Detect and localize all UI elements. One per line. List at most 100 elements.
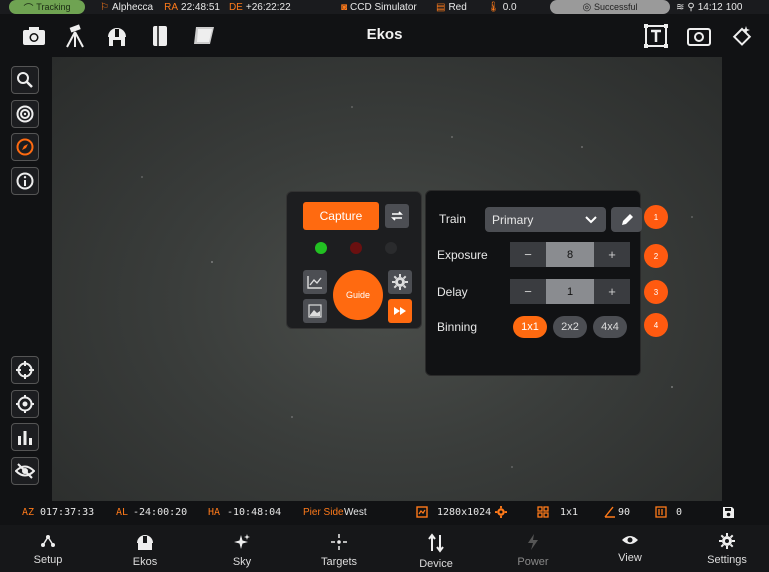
preview-icon[interactable]: [687, 24, 711, 48]
al-value: -24:00:20: [133, 507, 188, 518]
compass-icon: [16, 138, 34, 156]
binning-value: 1x1: [560, 507, 579, 518]
visibility-button[interactable]: [11, 457, 39, 485]
text-overlay-icon[interactable]: [644, 24, 668, 48]
search-icon: [17, 72, 33, 88]
exposure-decrement-button[interactable]: −: [510, 242, 546, 267]
binning-option-2x2[interactable]: 2x2: [553, 316, 587, 338]
wifi-icon: ≋: [676, 1, 685, 13]
step-badge-2: 2: [644, 244, 668, 268]
search-button[interactable]: [11, 66, 39, 94]
eye-off-icon: [15, 463, 35, 479]
statistics-button[interactable]: [11, 423, 39, 451]
gear-icon: [392, 274, 408, 290]
pier-side-label: Pier Side: [303, 507, 344, 518]
gear-icon: [719, 533, 735, 549]
save-icon[interactable]: [722, 506, 735, 522]
train-label: Train: [439, 212, 466, 226]
nav-view[interactable]: View: [585, 533, 675, 564]
binning-option-1x1[interactable]: 1x1: [513, 316, 547, 338]
power-bolt-icon: [528, 534, 538, 550]
step-badge-4: 4: [644, 313, 668, 337]
guide-button[interactable]: Guide: [333, 270, 383, 320]
counter-icon: [655, 506, 667, 521]
target-name: Alphecca: [111, 1, 154, 13]
camera-icon: ◙: [341, 1, 348, 13]
pencil-icon: [621, 213, 633, 225]
system-info: ≋ ⚲ 14:12 100: [676, 0, 742, 14]
target-button[interactable]: [11, 100, 39, 128]
rotation-icon: [604, 506, 616, 521]
compass-button[interactable]: [11, 133, 39, 161]
status-dot-green: [315, 242, 327, 254]
ha-label: HA: [208, 507, 221, 518]
guide-image-button[interactable]: [303, 299, 327, 323]
de-value: +26:22:22: [245, 1, 291, 13]
repeat-icon: [391, 211, 403, 221]
info-button[interactable]: [11, 167, 39, 195]
setup-icon: [41, 535, 55, 547]
bar-chart-icon: [18, 431, 32, 445]
delay-decrement-button[interactable]: −: [510, 279, 546, 304]
az-label: AZ: [22, 507, 35, 518]
target-icon: [16, 105, 34, 123]
loop-button[interactable]: [385, 204, 409, 228]
binning-label: Binning: [437, 320, 478, 334]
status-dot-red: [350, 242, 362, 254]
auto-focus-icon[interactable]: [730, 24, 754, 48]
nav-sky[interactable]: Sky: [197, 533, 287, 568]
indi-icon: ◎: [582, 1, 594, 13]
ra-value: 22:48:51: [181, 1, 220, 13]
binning-option-4x4[interactable]: 4x4: [593, 316, 627, 338]
nav-ekos[interactable]: Ekos: [100, 533, 190, 568]
exposure-value[interactable]: 8: [546, 242, 594, 267]
tracking-icon: ⌒: [23, 3, 37, 15]
target-info: ⚐ Alphecca RA 22:48:51 DE +26:22:22: [100, 0, 291, 14]
nav-settings[interactable]: Settings: [682, 533, 769, 566]
eye-icon: [622, 536, 638, 544]
targets-icon: [331, 534, 347, 550]
top-toolbar: Ekos: [0, 15, 769, 57]
delay-increment-button[interactable]: +: [594, 279, 630, 304]
nav-sky-label: Sky: [232, 556, 252, 568]
delay-label: Delay: [437, 285, 468, 299]
delay-value[interactable]: 1: [546, 279, 594, 304]
nav-targets[interactable]: Targets: [294, 533, 384, 568]
temperature-info: 🌡 0.0: [487, 0, 517, 14]
nav-device[interactable]: Device: [391, 533, 481, 570]
filter-name: Red: [448, 1, 467, 13]
capture-settings-panel: Train Primary Exposure − 8 + Delay − 1 +…: [425, 190, 642, 376]
nav-setup[interactable]: Setup: [3, 533, 93, 566]
crosshair-icon: [16, 361, 34, 379]
nav-targets-label: Targets: [320, 556, 358, 568]
thermometer-icon: 🌡: [487, 1, 500, 13]
sparkle-icon: [234, 534, 250, 549]
mount-info-bar: AZ 017:37:33 AL -24:00:20 HA -10:48:04 P…: [0, 502, 769, 525]
guide-graph-button[interactable]: [303, 270, 327, 294]
guide-settings-button[interactable]: [388, 270, 412, 294]
nav-power-label: Power: [517, 556, 549, 568]
fast-forward-button[interactable]: [388, 299, 412, 323]
nav-device-label: Device: [419, 558, 453, 570]
clock: 14:12: [697, 1, 723, 13]
train-select[interactable]: Primary: [485, 207, 606, 232]
az-value: 017:37:33: [40, 507, 95, 518]
fast-forward-icon: [394, 307, 406, 315]
gps-button[interactable]: [11, 390, 39, 418]
exposure-increment-button[interactable]: +: [594, 242, 630, 267]
nav-power[interactable]: Power: [488, 533, 578, 568]
battery: 100: [725, 1, 743, 13]
camera-name: CCD Simulator: [350, 1, 417, 13]
gear-icon[interactable]: [495, 506, 507, 521]
train-value: Primary: [492, 212, 534, 227]
capture-button[interactable]: Capture: [303, 202, 379, 230]
tracking-pill[interactable]: ⌒ Tracking: [9, 0, 85, 15]
nav-settings-label: Settings: [707, 554, 747, 566]
temperature-value: 0.0: [502, 1, 517, 13]
edit-train-button[interactable]: [611, 207, 642, 232]
nav-setup-label: Setup: [33, 554, 63, 566]
capture-guide-widget: Capture Guide: [286, 191, 422, 329]
exposure-stepper: − 8 +: [510, 242, 630, 267]
exposure-label: Exposure: [437, 248, 488, 262]
crosshair-button[interactable]: [11, 356, 39, 384]
